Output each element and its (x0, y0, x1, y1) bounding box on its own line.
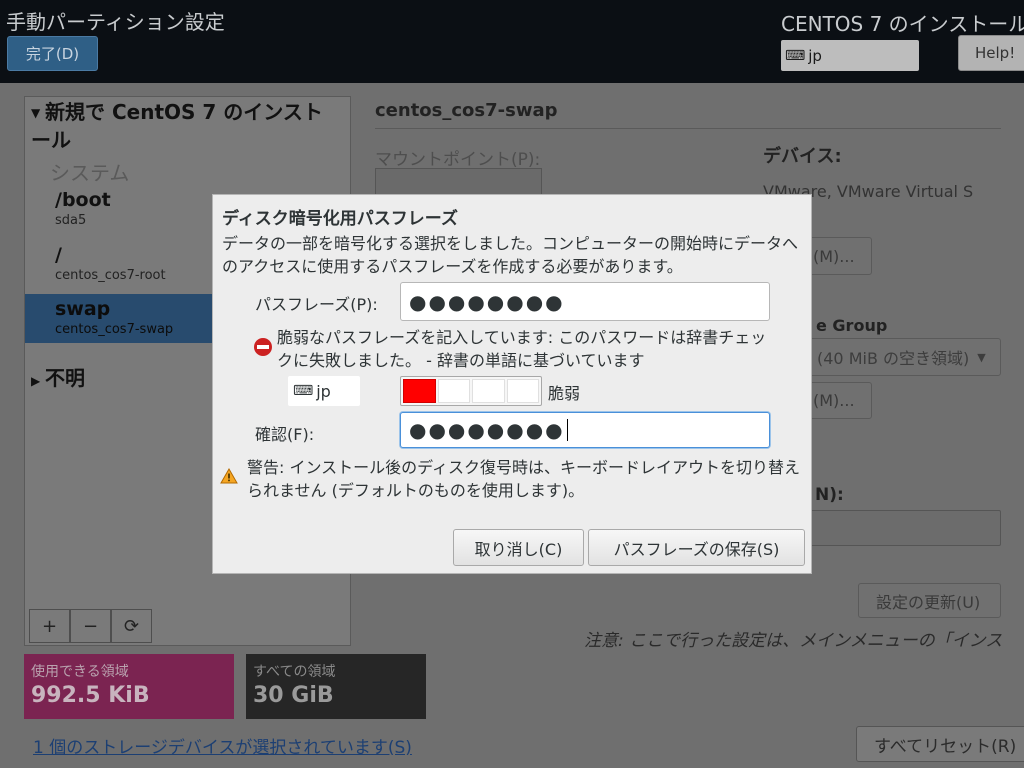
add-partition-button[interactable]: + (29, 609, 70, 643)
storage-devices-link[interactable]: 1 個のストレージデバイスが選択されています(S) (33, 733, 412, 758)
help-button[interactable]: Help! (958, 35, 1024, 71)
note-text: 注意: ここで行った設定は、メインメニューの「インス (584, 631, 1003, 651)
dialog-title: ディスク暗号化用パスフレーズ (222, 209, 458, 229)
modify-volume-group-button[interactable]: (M)... (802, 382, 872, 419)
name-field-label: N): (815, 485, 844, 505)
available-space-label: 使用できる領域 (31, 664, 129, 680)
modify-device-button[interactable]: (M)... (802, 237, 872, 275)
strength-segment (472, 379, 505, 403)
page-title: 手動パーティション設定 (6, 10, 225, 34)
available-space-box: 使用できる領域 992.5 KiB (24, 654, 234, 719)
keyboard-layout-label: jp (316, 381, 331, 401)
tree-section-system: システム (50, 161, 130, 185)
confirm-input[interactable]: ●●●●●●●● (400, 412, 770, 448)
total-space-value: 30 GiB (253, 683, 334, 708)
keyboard-icon: ⌨ (293, 383, 314, 399)
device-name-label: sda5 (55, 213, 87, 228)
mount-point-field-label: マウントポイント(P): (375, 150, 541, 170)
strength-segment (437, 379, 470, 403)
cancel-button[interactable]: 取り消し(C) (453, 529, 584, 566)
volume-group-label: e Group (816, 316, 888, 335)
tree-group-label: 不明 (45, 366, 85, 390)
keyboard-layout-label: jp (808, 46, 822, 65)
tree-group-unknown[interactable]: ▶ 不明 (31, 362, 85, 391)
keyboard-warning-message: 警告: インストール後のディスク復号時は、キーボードレイアウトを切り替えられませ… (247, 458, 801, 500)
tree-group-new-install[interactable]: ▼ 新規で CentOS 7 のインストール (31, 99, 341, 154)
error-icon (254, 338, 272, 356)
dialog-message: データの一部を暗号化する選択をしました。コンピューターの開始時にデータへのアクセ… (222, 234, 799, 276)
update-settings-button[interactable]: 設定の更新(U) (858, 583, 1001, 618)
volume-group-combo[interactable]: (40 MiB の空き領域) ▼ (802, 338, 1001, 376)
confirm-value: ●●●●●●●● (409, 418, 565, 442)
keyboard-layout-indicator[interactable]: ⌨ jp (781, 40, 919, 71)
partition-name-heading: centos_cos7-swap (375, 100, 558, 121)
available-space-value: 992.5 KiB (31, 683, 150, 708)
partition-toolbar: + − ⟳ (29, 609, 152, 643)
strength-segment (506, 379, 539, 403)
dropdown-arrow-icon: ▼ (977, 350, 986, 364)
mount-point-label: / (55, 244, 62, 266)
reset-all-button[interactable]: すべてリセット(R) (856, 726, 1024, 762)
device-name-label: centos_cos7-root (55, 268, 166, 283)
mount-point-label: /boot (55, 189, 111, 211)
tree-group-label: 新規で CentOS 7 のインストール (31, 100, 323, 152)
volume-group-value: (40 MiB の空き領域) (817, 349, 970, 368)
strength-meter (400, 376, 542, 406)
name-field[interactable] (802, 510, 1001, 546)
keyboard-icon: ⌨ (785, 47, 806, 64)
text-cursor (566, 419, 568, 441)
divider (375, 128, 1001, 129)
device-name-label: centos_cos7-swap (55, 322, 174, 337)
strength-label: 脆弱 (548, 384, 581, 403)
weak-passphrase-message: 脆弱なパスフレーズを記入しています: このパスワードは辞書チェックに失敗しました… (277, 328, 767, 370)
done-button[interactable]: 完了(D) (7, 36, 98, 71)
passphrase-input[interactable]: ●●●●●●●● (400, 282, 770, 321)
strength-segment (403, 379, 436, 403)
confirm-label: 確認(F): (255, 425, 315, 444)
product-title: CENTOS 7 のインストール (781, 12, 1024, 36)
passphrase-dialog: ディスク暗号化用パスフレーズ データの一部を暗号化する選択をしました。コンピュー… (212, 194, 812, 574)
save-passphrase-button[interactable]: パスフレーズの保存(S) (588, 529, 805, 566)
passphrase-label: パスフレーズ(P): (255, 295, 378, 314)
dialog-keyboard-indicator: ⌨ jp (288, 376, 360, 406)
expander-right-icon[interactable]: ▶ (31, 374, 45, 388)
mount-point-label: swap (55, 298, 111, 320)
remove-partition-button[interactable]: − (70, 609, 111, 643)
refresh-button[interactable]: ⟳ (111, 609, 152, 643)
total-space-box: すべての領域 30 GiB (246, 654, 426, 719)
device-heading: デバイス: (763, 146, 842, 167)
expander-down-icon[interactable]: ▼ (31, 100, 45, 127)
total-space-label: すべての領域 (253, 664, 336, 680)
warning-icon (220, 468, 238, 484)
header-bar: 手動パーティション設定 完了(D) CENTOS 7 のインストール ⌨ jp … (0, 0, 1024, 83)
